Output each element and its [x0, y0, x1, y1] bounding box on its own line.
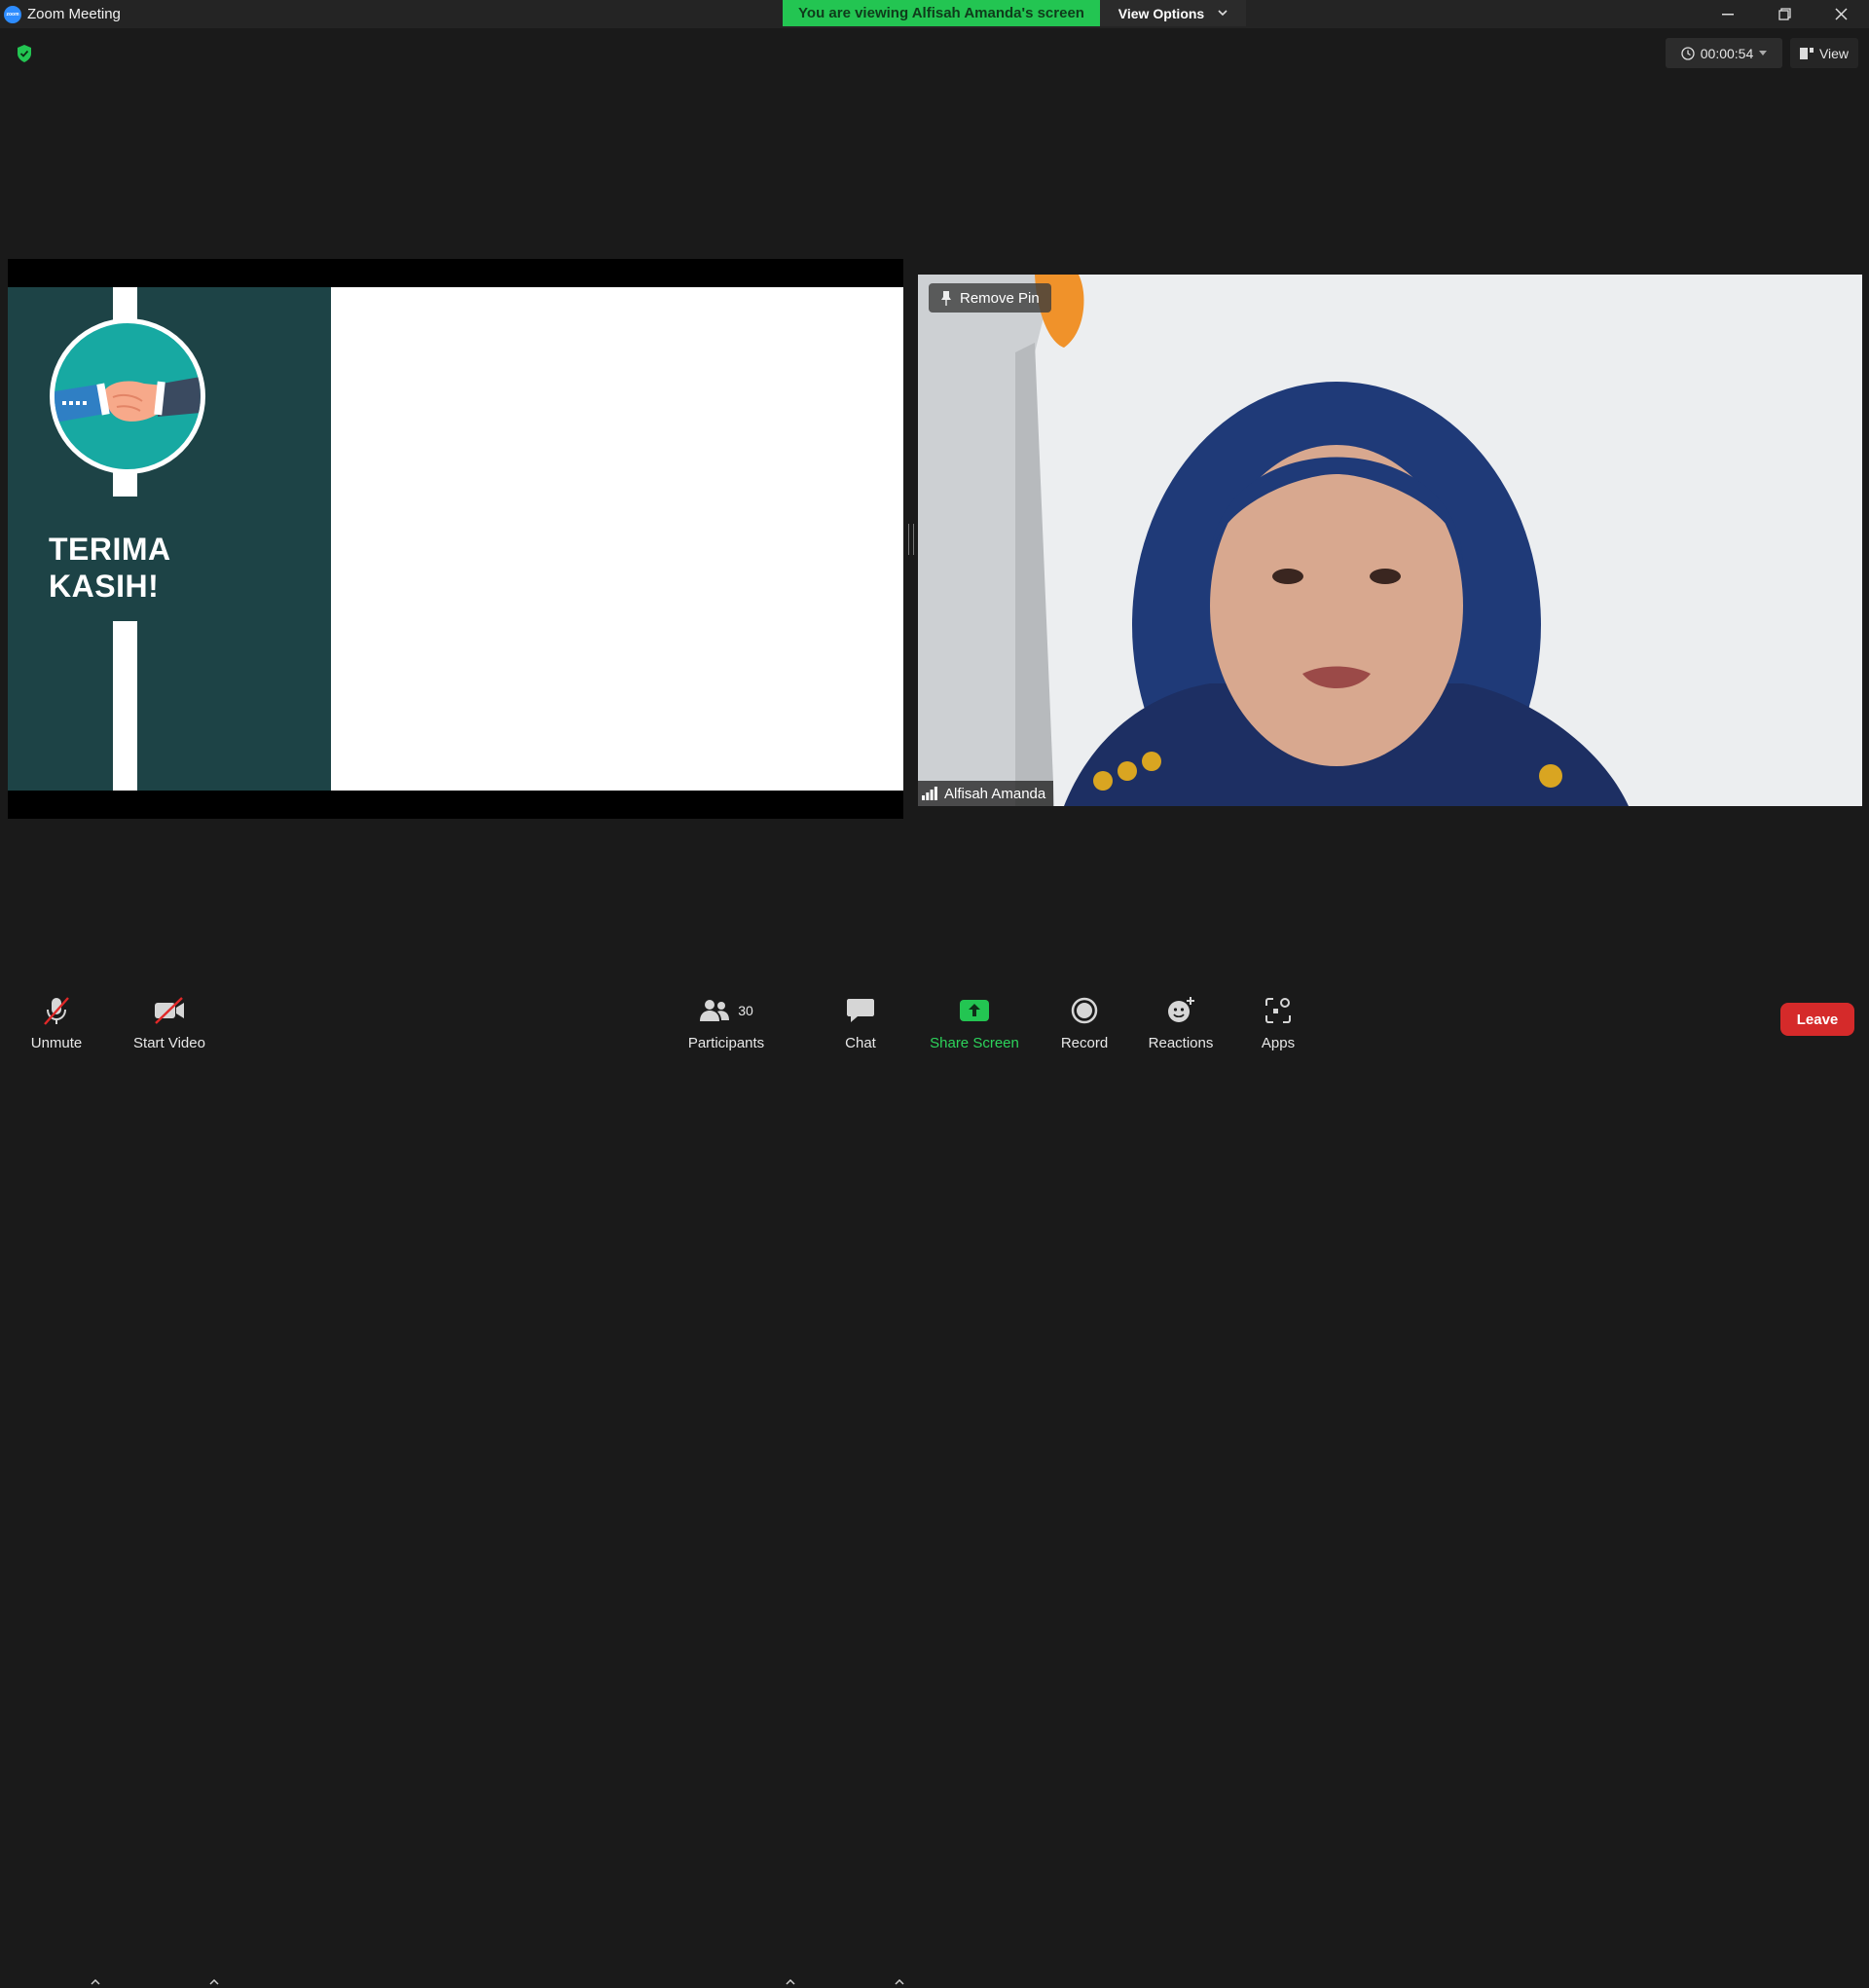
clock-icon [1681, 46, 1695, 60]
audio-options-caret[interactable] [91, 1974, 100, 1988]
layout-view-icon [1799, 47, 1814, 59]
timer-value: 00:00:54 [1700, 45, 1754, 61]
participant-video-feed [918, 275, 1862, 806]
slide-side-panel: TERIMA KASIH! [8, 287, 331, 791]
remove-pin-button[interactable]: Remove Pin [929, 283, 1051, 313]
view-button[interactable]: View [1790, 38, 1858, 68]
people-icon [700, 999, 730, 1021]
view-options-label: View Options [1118, 5, 1205, 21]
unmute-label: Unmute [30, 1035, 83, 1051]
handshake-icon [55, 377, 201, 423]
share-screen-button[interactable]: Share Screen [927, 974, 1022, 1051]
share-up-arrow-icon [960, 999, 989, 1021]
chevron-down-icon [1218, 10, 1228, 17]
window-controls [1700, 0, 1869, 28]
view-options-button[interactable]: View Options [1100, 0, 1246, 26]
slide-title: TERIMA KASIH! [49, 532, 171, 604]
apps-label: Apps [1261, 1035, 1296, 1051]
minimize-icon [1722, 13, 1734, 15]
meeting-toolbar: Unmute Start Video 30 Participants Chat … [0, 974, 1869, 1985]
unmute-button[interactable]: Unmute [21, 974, 92, 1051]
leave-button[interactable]: Leave [1780, 1003, 1854, 1036]
restore-icon [1777, 8, 1791, 20]
chevron-up-icon [895, 1978, 904, 1985]
record-button[interactable]: Record [1053, 974, 1116, 1051]
signal-strength-icon [922, 787, 937, 800]
zoom-logo-text: zoom [6, 11, 19, 18]
slide-bar [113, 621, 137, 791]
security-shield-button[interactable] [16, 44, 33, 68]
participant-video-tile[interactable]: Remove Pin Alfisah Amanda [918, 275, 1862, 806]
restore-button[interactable] [1756, 0, 1813, 28]
chat-options-caret[interactable] [895, 1974, 904, 1988]
close-button[interactable] [1813, 0, 1869, 28]
share-screen-label: Share Screen [930, 1035, 1019, 1051]
mic-muted-icon [44, 996, 69, 1025]
apps-grid-icon [1265, 997, 1291, 1023]
handshake-illustration [50, 318, 205, 474]
record-label: Record [1060, 1035, 1109, 1051]
shared-screen: TERIMA KASIH! [8, 259, 903, 819]
pin-icon [941, 291, 951, 306]
reactions-label: Reactions [1148, 1035, 1214, 1051]
video-off-icon [155, 996, 184, 1024]
smiley-plus-icon [1168, 996, 1194, 1022]
minimize-button[interactable] [1700, 0, 1756, 28]
participants-label: Participants [687, 1035, 765, 1051]
participant-name: Alfisah Amanda [944, 785, 1046, 802]
apps-button[interactable]: Apps [1249, 974, 1307, 1051]
remove-pin-label: Remove Pin [960, 289, 1040, 307]
participants-count: 30 [738, 1002, 753, 1018]
meeting-timer[interactable]: 00:00:54 [1666, 38, 1782, 68]
viewing-screen-banner: You are viewing Alfisah Amanda's screen [783, 0, 1100, 26]
record-icon [1071, 997, 1098, 1023]
chevron-up-icon [91, 1978, 100, 1985]
chevron-up-icon [786, 1978, 795, 1985]
start-video-button[interactable]: Start Video [127, 974, 212, 1051]
reactions-button[interactable]: Reactions [1142, 974, 1220, 1051]
splitter-handle[interactable] [908, 524, 914, 555]
video-options-caret[interactable] [209, 1974, 219, 1988]
caret-down-icon [1759, 51, 1768, 55]
participants-options-caret[interactable] [786, 1974, 795, 1988]
view-label: View [1818, 45, 1850, 61]
chat-bubble-icon [847, 998, 874, 1022]
chevron-up-icon [209, 1978, 219, 1985]
participant-name-tag: Alfisah Amanda [918, 781, 1054, 806]
slide-bar [113, 287, 137, 321]
shield-check-icon [18, 45, 31, 62]
participants-button[interactable]: 30 Participants [681, 974, 771, 1051]
chat-label: Chat [845, 1035, 876, 1051]
start-video-label: Start Video [133, 1035, 205, 1051]
chat-button[interactable]: Chat [831, 974, 890, 1051]
presentation-slide: TERIMA KASIH! [8, 287, 903, 791]
zoom-logo-icon: zoom [4, 5, 21, 23]
close-icon [1834, 8, 1848, 20]
window-title: Zoom Meeting [27, 6, 121, 22]
